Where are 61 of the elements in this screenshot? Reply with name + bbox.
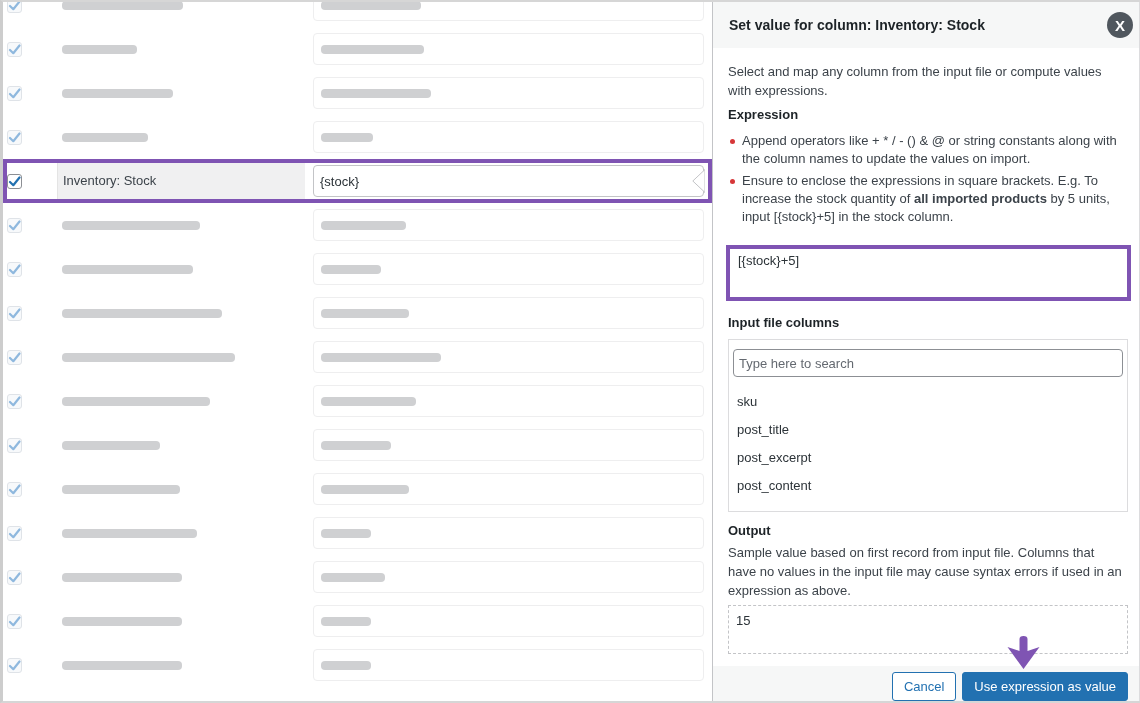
blurred-text-bar (321, 572, 385, 582)
field-label: Inventory: Stock (63, 172, 157, 191)
apply-button[interactable]: Use expression as value (962, 672, 1128, 701)
value-field[interactable] (313, 429, 704, 461)
value-field[interactable] (313, 561, 704, 593)
check-icon (8, 350, 21, 364)
value-field[interactable] (313, 385, 704, 417)
intro-text: Select and map any column from the input file or compute values with expressions. (728, 63, 1103, 100)
column-option[interactable]: post_excerpt (733, 444, 1123, 472)
value-field[interactable] (313, 33, 704, 65)
blurred-text-bar (321, 132, 373, 142)
check-icon (8, 86, 21, 100)
check-icon (8, 2, 21, 12)
check-icon (8, 42, 21, 56)
close-button[interactable]: X (1107, 12, 1133, 38)
panel-title: Set value for column: Inventory: Stock (729, 15, 985, 35)
column-option[interactable]: sku (733, 388, 1123, 416)
column-option[interactable]: post_title (733, 416, 1123, 444)
blurred-text-bar (321, 660, 371, 670)
check-icon (8, 262, 21, 276)
value-field[interactable] (313, 473, 704, 505)
output-note: Sample value based on first record from input file. Columns that have no values in the input file may cause syntax errors if used in an expression as above. (728, 544, 1123, 600)
search-field[interactable]: Type here to search (733, 349, 1123, 377)
hint-text: Ensure to enclose the expressions in square brackets. E.g. To increase the stock quantity of all imported products by 5 units, input [{stock}+5] in the stock column. (742, 172, 1111, 226)
bullet-icon (730, 179, 735, 184)
cancel-button[interactable]: Cancel (891, 672, 957, 701)
bullet-icon (730, 139, 735, 144)
column-option[interactable]: post_content (733, 472, 1123, 500)
down-arrow-icon (1007, 636, 1040, 669)
value-field[interactable] (313, 517, 704, 549)
blurred-text-bar (321, 528, 371, 538)
value-field[interactable] (313, 341, 704, 373)
check-icon (8, 174, 21, 188)
value-field[interactable] (313, 253, 704, 285)
value-field[interactable] (313, 649, 704, 681)
check-icon (8, 218, 21, 232)
check-icon (8, 526, 21, 540)
check-icon (8, 130, 21, 144)
check-icon (8, 306, 21, 320)
blurred-text-bar (321, 440, 391, 450)
check-icon (8, 570, 21, 584)
check-icon (8, 614, 21, 628)
hint-text: Append operators like + * / - () & @ or string constants along with the column names to update the values on import. (742, 132, 1118, 168)
value-field[interactable] (313, 209, 704, 241)
blurred-text-bar (321, 616, 371, 626)
check-icon (8, 658, 21, 672)
value-field[interactable] (313, 121, 704, 153)
checkbox[interactable] (7, 173, 22, 189)
value-field[interactable] (313, 605, 704, 637)
check-icon (8, 394, 21, 408)
section-heading: Output (728, 522, 772, 540)
check-icon (8, 482, 21, 496)
value-field[interactable] (313, 77, 704, 109)
section-heading: Expression (728, 106, 800, 124)
check-icon (8, 438, 21, 452)
value-field[interactable]: {stock} (313, 165, 704, 197)
expression-field[interactable]: [{stock}+5] (726, 245, 1131, 301)
section-heading: Input file columns (728, 314, 841, 332)
value-field[interactable] (313, 297, 704, 329)
callout-pointer-icon (692, 169, 705, 193)
blurred-text-bar (321, 264, 381, 274)
